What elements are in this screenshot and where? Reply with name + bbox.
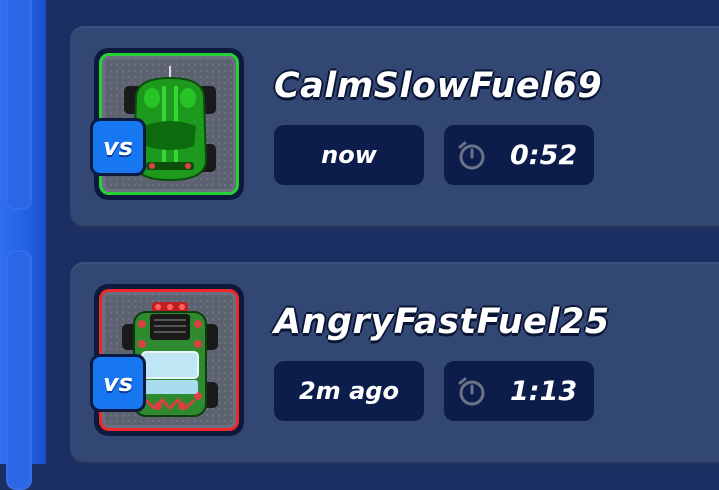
vs-badge: vs xyxy=(90,354,146,412)
side-panel-tile xyxy=(6,0,32,210)
opponent-avatar: vs xyxy=(90,284,244,436)
race-duration-badge: 0:52 xyxy=(444,125,594,185)
opponent-name: AngryFastFuel25 xyxy=(274,302,610,342)
time-ago-badge: 2m ago xyxy=(274,361,424,421)
stopwatch-icon xyxy=(458,377,485,406)
time-ago-text: now xyxy=(321,141,377,169)
side-panel-tile xyxy=(6,250,32,490)
side-panel xyxy=(0,0,46,490)
race-duration-badge: 1:13 xyxy=(444,361,594,421)
opponent-name: CalmSlowFuel69 xyxy=(274,66,603,106)
time-ago-text: 2m ago xyxy=(299,377,399,405)
time-ago-badge: now xyxy=(274,125,424,185)
vs-badge: vs xyxy=(90,118,146,176)
race-duration-text: 0:52 xyxy=(510,139,578,171)
opponent-avatar: vs xyxy=(90,48,244,200)
match-card[interactable]: vs CalmSlowFuel69 now 0:52 xyxy=(70,26,719,226)
match-card[interactable]: vs AngryFastFuel25 2m ago 1:13 xyxy=(70,262,719,462)
stopwatch-icon xyxy=(458,141,485,170)
race-duration-text: 1:13 xyxy=(510,375,578,407)
